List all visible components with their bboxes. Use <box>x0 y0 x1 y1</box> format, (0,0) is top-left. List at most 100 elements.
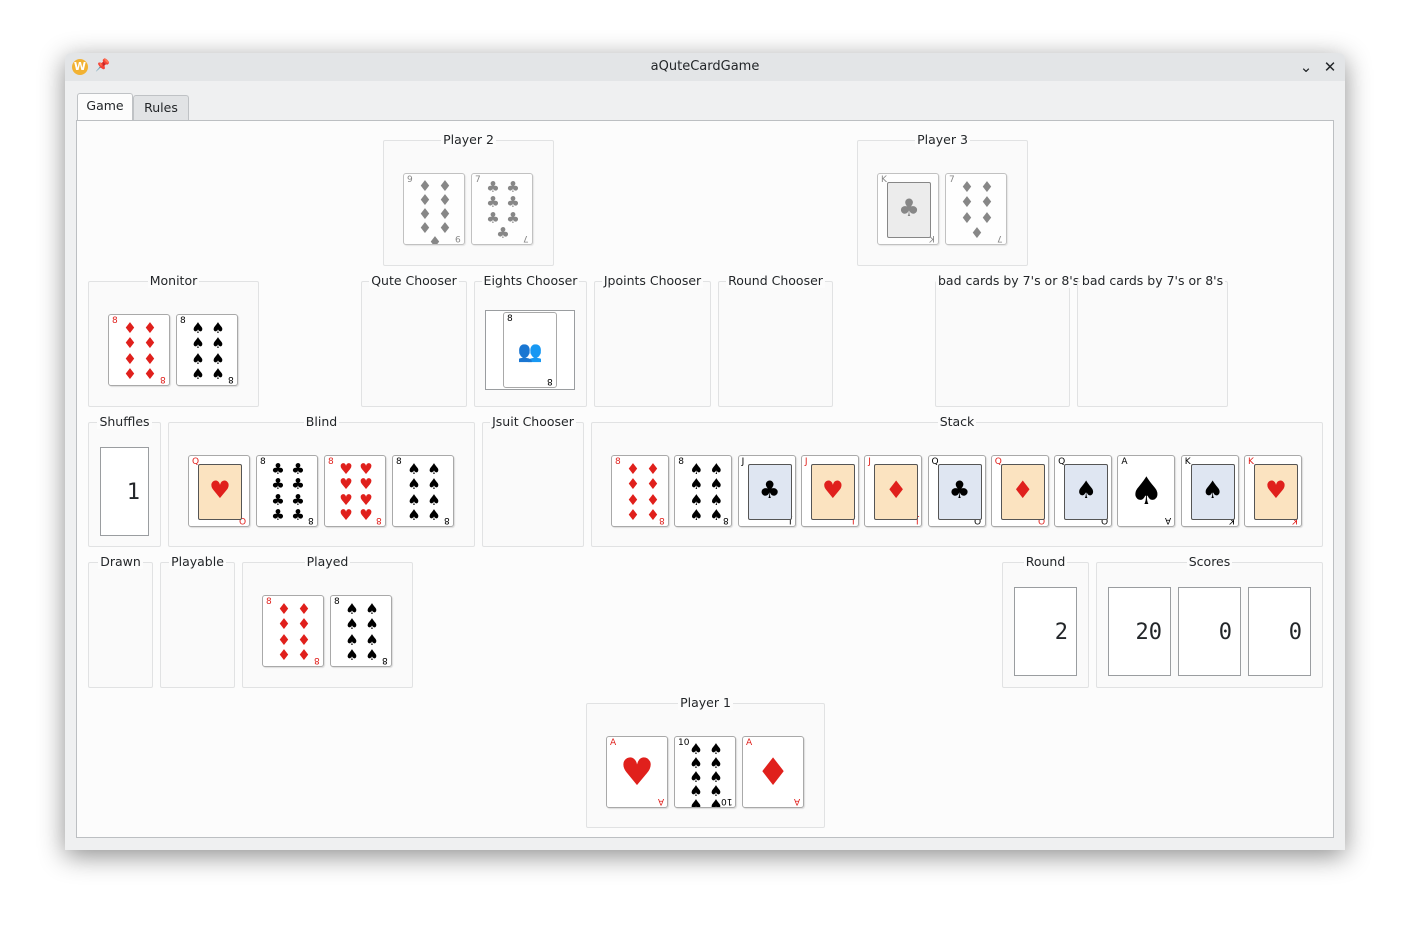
player1-card[interactable]: 10 10 ♠ ♠ ♠ ♠ ♠ ♠ ♠ ♠ ♠ ♠ <box>674 736 736 808</box>
stack-card: K K ♠ <box>1180 455 1239 527</box>
card-suit-icon: ♣ <box>486 208 500 227</box>
card-pips: ♦ ♦ ♦ ♦ ♦ ♦ ♦ ♦ <box>271 601 317 663</box>
player1-card[interactable]: A A ♥ <box>606 736 668 808</box>
card-rank-top: J <box>804 457 808 467</box>
card-pips: ♠ ♠ ♠ ♠ ♠ ♠ ♠ ♠ <box>339 601 385 663</box>
card-suit-icon: ♣ <box>496 224 510 243</box>
window-title: aQuteCardGame <box>650 59 760 74</box>
round-chooser-label: Round Chooser <box>726 273 825 288</box>
played-card: 8 8 ♠ ♠ ♠ ♠ ♠ ♠ ♠ ♠ <box>330 595 392 667</box>
tab-game[interactable]: Game <box>77 93 133 120</box>
jsuit-chooser-group[interactable]: Jsuit Chooser <box>482 414 584 547</box>
jpoints-chooser-group[interactable]: Jpoints Chooser <box>594 273 711 407</box>
shuffles-lcd: 1 <box>100 447 149 536</box>
card-suit-icon: ♠ <box>191 365 205 384</box>
card-suit-icon: ♦ <box>297 646 311 665</box>
eights-chooser-button[interactable]: 8 8 👥 <box>485 310 575 390</box>
face-card-portrait: ♥ <box>1254 464 1298 520</box>
card-suit-icon: ♠ <box>709 490 724 509</box>
card-suit-icon: ♦ <box>277 615 291 634</box>
stack-card: Q Q ♦ <box>990 455 1049 527</box>
card-suit-icon: ♠ <box>211 349 225 368</box>
player2-group: Player 2 9 9 ♦ ♦ ♦ ♦ ♦ ♦ ♦ ♦ ♦ 7 7 ♣ ♣ ♣ ♣ ♣ ♣ ♣ <box>383 132 554 266</box>
card-suit-icon: ♦ <box>646 459 660 478</box>
player2-label: Player 2 <box>441 132 496 147</box>
card-suit-icon: ♦ <box>297 615 311 634</box>
card-suit-icon: ♦ <box>277 599 291 618</box>
stack-card: K K ♥ <box>1244 455 1302 527</box>
card-suit-icon: ♠ <box>709 475 724 494</box>
card-suit-icon: ♦ <box>960 193 974 212</box>
card-suit-icon: ♥ <box>339 490 353 509</box>
card-suit-icon: ♦ <box>960 208 974 227</box>
card-suit-icon: ♠ <box>345 615 359 634</box>
monitor-card: 8 8 ♠ ♠ ♠ ♠ ♠ ♠ ♠ ♠ <box>176 314 238 386</box>
card-suit-icon: ♥ <box>339 459 353 478</box>
card-suit-icon: ♦ <box>646 475 660 494</box>
card-suit-icon: ♠ <box>365 646 379 665</box>
card-suit-icon: ♥ <box>339 506 353 525</box>
card-suit-icon: ♥ <box>359 506 373 525</box>
face-card-portrait: ♣ <box>887 182 931 238</box>
player1-group: Player 1 A A ♥ 10 10 ♠ ♠ ♠ ♠ ♠ ♠ ♠ ♠ ♠ ♠ A A ♦ <box>586 695 825 828</box>
card-suit-icon: ♠ <box>1201 476 1224 504</box>
card-suit-icon: ♣ <box>486 193 500 212</box>
card-pips: ♦ ♦ ♦ ♦ ♦ ♦ ♦ <box>954 179 1000 241</box>
card-suit-icon: ♦ <box>960 177 974 196</box>
player2-card: 9 9 ♦ ♦ ♦ ♦ ♦ ♦ ♦ ♦ ♦ <box>403 173 465 245</box>
card-suit-icon: ♠ <box>689 506 704 525</box>
card-suit-icon: ♠ <box>211 365 225 384</box>
card-suit-icon: ♥ <box>822 476 844 504</box>
round-label: Round <box>1023 554 1068 569</box>
card-suit-icon: ♦ <box>123 334 137 353</box>
card-suit-icon: ♠ <box>345 599 359 618</box>
stack-card: 8 8 ♠ ♠ ♠ ♠ ♠ ♠ ♠ ♠ <box>674 455 733 527</box>
jsuit-chooser-label: Jsuit Chooser <box>490 414 576 429</box>
player1-card[interactable]: A A ♦ <box>742 736 804 808</box>
card-suit-icon: ♦ <box>970 224 984 243</box>
card-suit-icon: ♠ <box>211 318 225 337</box>
card-suit-icon: ♦ <box>297 599 311 618</box>
tab-rules[interactable]: Rules <box>133 95 189 120</box>
people-group-icon: 👥 <box>517 339 543 363</box>
round-group: Round 2 <box>1002 554 1089 688</box>
card-suit-icon: ♥ <box>359 475 373 494</box>
card-suit-icon: ♦ <box>980 208 994 227</box>
blind-label: Blind <box>303 414 340 429</box>
card-suit-icon: ♣ <box>758 476 781 504</box>
card-suit-icon: ♦ <box>123 365 137 384</box>
round-chooser-group[interactable]: Round Chooser <box>718 273 833 407</box>
card-pips: ♣ ♣ ♣ ♣ ♣ ♣ ♣ ♣ <box>265 461 311 523</box>
card-suit-icon: ♠ <box>365 615 379 634</box>
card-suit-icon: ♠ <box>709 796 723 808</box>
card-rank-top: A <box>1121 457 1128 467</box>
qute-chooser-group[interactable]: Qute Chooser <box>361 273 467 407</box>
title-bar[interactable]: W 📌 aQuteCardGame ⌄ ✕ <box>65 53 1345 81</box>
card-pips: ♠ ♠ ♠ ♠ ♠ ♠ ♠ ♠ <box>683 461 729 523</box>
card-pips: ♦ ♦ ♦ ♦ ♦ ♦ ♦ ♦ <box>620 461 666 523</box>
playable-group: Playable <box>160 554 235 688</box>
card-suit-icon: ♥ <box>359 490 373 509</box>
player2-card: 7 7 ♣ ♣ ♣ ♣ ♣ ♣ ♣ <box>471 173 533 245</box>
close-icon[interactable]: ✕ <box>1320 57 1340 77</box>
card-suit-icon: ♠ <box>427 506 441 525</box>
card-suit-icon: ♦ <box>626 490 640 509</box>
eights-chooser-group[interactable]: Eights Chooser 8 8 👥 <box>474 273 587 407</box>
card-pips: ♠ ♠ ♠ ♠ ♠ ♠ ♠ ♠ ♠ ♠ <box>683 742 729 808</box>
stack-group: Stack 8 8 ♦ ♦ ♦ ♦ ♦ ♦ ♦ ♦ 8 8 ♠ ♠ ♠ ♠ ♠ ♠ ♠ ♠ J J ♣ J J ♥ J J ♦ Q Q ♣ Q Q… <box>591 414 1323 547</box>
minimize-chevron-icon[interactable]: ⌄ <box>1296 57 1316 77</box>
face-card-portrait: ♦ <box>1000 464 1045 520</box>
monitor-label: Monitor <box>147 273 200 288</box>
card-suit-icon: ♣ <box>291 475 305 494</box>
blind-card: 8 8 ♣ ♣ ♣ ♣ ♣ ♣ ♣ ♣ <box>256 455 318 527</box>
card-rank-top: J <box>741 457 745 467</box>
card-suit-icon: ♣ <box>271 459 285 478</box>
card-suit-icon: ♠ <box>689 475 704 494</box>
card-suit-icon: ♦ <box>428 233 442 245</box>
card-suit-icon: ♣ <box>506 208 520 227</box>
stack-card: J J ♥ <box>800 455 859 527</box>
face-card-portrait: ♥ <box>810 464 855 520</box>
card-suit-icon: ♠ <box>211 334 225 353</box>
card-suit-icon: ♥ <box>619 750 655 794</box>
card-suit-icon: ♠ <box>709 459 724 478</box>
